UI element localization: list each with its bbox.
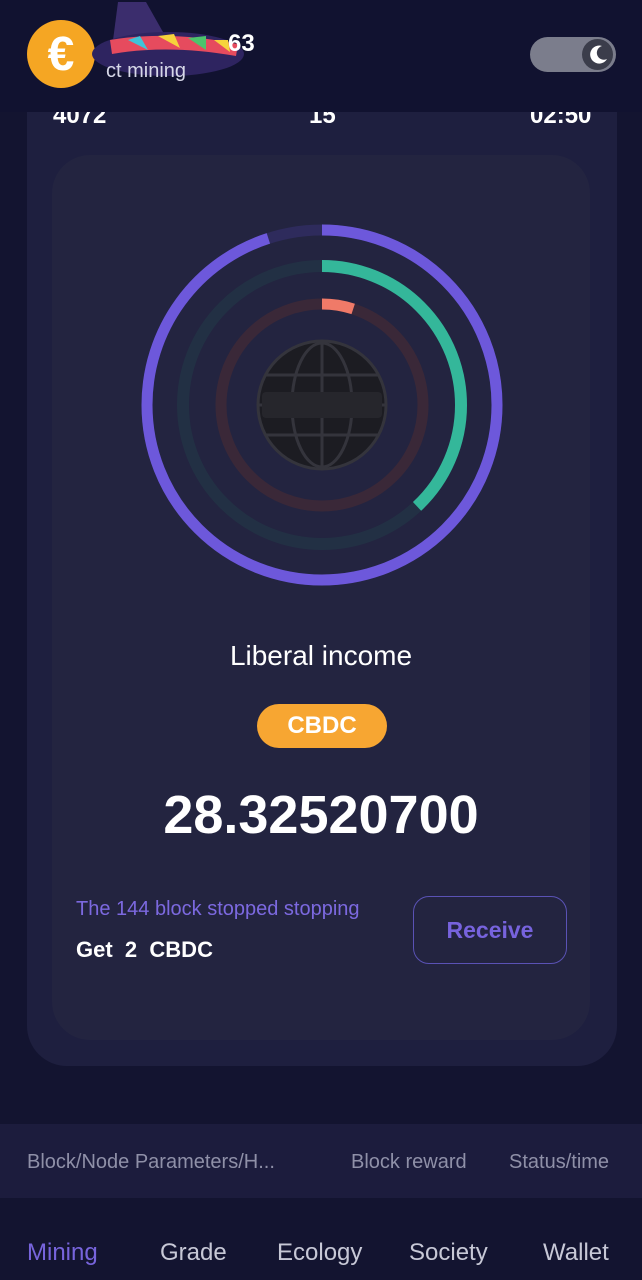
token-badge: CBDC — [257, 704, 387, 748]
nav-mining[interactable]: Mining — [27, 1239, 98, 1267]
euro-icon: € — [47, 27, 75, 81]
col-status-time: Status/time — [509, 1151, 610, 1173]
nav-grade[interactable]: Grade — [160, 1239, 227, 1267]
nav-wallet[interactable]: Wallet — [543, 1239, 609, 1267]
income-label: Liberal income — [229, 640, 413, 671]
nav-society[interactable]: Society — [409, 1239, 488, 1267]
reward-prefix: Get — [76, 937, 113, 962]
reward-token: CBDC — [149, 937, 213, 962]
mined-amount: 28.32520700 — [163, 785, 479, 845]
moon-icon — [589, 45, 607, 64]
theme-toggle[interactable] — [530, 37, 616, 72]
euro-coin-avatar[interactable]: € — [27, 20, 95, 88]
nav-ecology[interactable]: Ecology — [277, 1239, 362, 1267]
reward-amount: 2 — [124, 937, 138, 962]
block-table-header: Block/Node Parameters/H... Block reward … — [0, 1124, 642, 1198]
bottom-nav: Mining Grade Ecology Society Wallet — [0, 1204, 642, 1280]
toggle-knob — [582, 39, 613, 70]
top-header: € 63 ct mining — [0, 0, 642, 112]
account-subtitle: ct mining — [106, 60, 187, 82]
receive-button[interactable]: Receive — [413, 896, 567, 964]
block-status-text: The 144 block stopped stopping — [76, 898, 360, 920]
reward-text: Get 2 CBDC — [76, 937, 213, 963]
account-title: 63 — [228, 30, 255, 57]
col-block-params: Block/Node Parameters/H... — [27, 1151, 275, 1173]
globe-icon — [256, 339, 388, 471]
col-block-reward: Block reward — [351, 1151, 467, 1173]
